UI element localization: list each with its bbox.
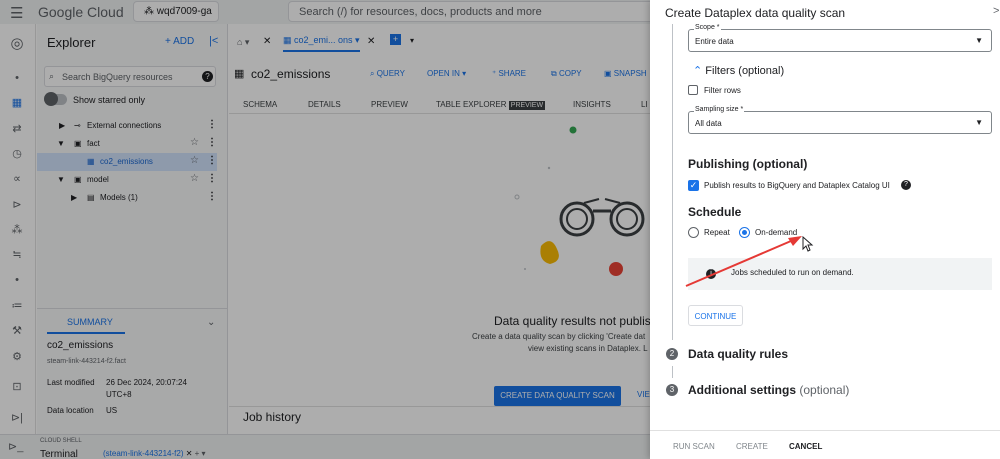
continue-button[interactable]: CONTINUE bbox=[688, 305, 743, 326]
create-scan-panel: Create Dataplex data quality scan > Scop… bbox=[650, 0, 1000, 459]
panel-title: Create Dataplex data quality scan bbox=[665, 6, 846, 20]
stepper-line-2 bbox=[672, 366, 673, 378]
filters-section-toggle[interactable]: ⌃ Filters (optional) bbox=[693, 64, 784, 77]
step-3-badge: 3 bbox=[666, 384, 678, 396]
step-2-title[interactable]: Data quality rules bbox=[688, 347, 788, 361]
create-button[interactable]: CREATE bbox=[736, 442, 768, 451]
scope-value: Entire data bbox=[695, 37, 734, 46]
scope-select[interactable]: Scope * Entire data ▼ bbox=[688, 24, 992, 52]
modal-scrim[interactable] bbox=[0, 0, 660, 459]
publish-results-label: Publish results to BigQuery and Dataplex… bbox=[704, 181, 890, 190]
filters-title: Filters (optional) bbox=[705, 65, 785, 77]
step-2-badge: 2 bbox=[666, 348, 678, 360]
step-3-label: Additional settings bbox=[688, 383, 796, 397]
panel-footer: RUN SCAN CREATE CANCEL bbox=[650, 430, 1000, 459]
chevron-up-icon: ⌃ bbox=[693, 65, 706, 77]
sampling-size-select[interactable]: Sampling size * All data ▼ bbox=[688, 106, 992, 134]
stepper-line bbox=[672, 24, 673, 340]
filter-rows-label: Filter rows bbox=[704, 86, 741, 95]
annotation-arrow bbox=[685, 236, 802, 287]
scope-label: Scope * bbox=[694, 24, 721, 31]
filter-rows-checkbox[interactable] bbox=[688, 85, 698, 95]
sampling-value: All data bbox=[695, 119, 722, 128]
sampling-label: Sampling size * bbox=[694, 106, 745, 113]
step-3-optional: (optional) bbox=[799, 383, 850, 397]
cancel-button[interactable]: CANCEL bbox=[789, 442, 822, 451]
dropdown-arrow-icon: ▼ bbox=[975, 36, 983, 45]
schedule-title: Schedule bbox=[688, 205, 742, 219]
run-scan-button[interactable]: RUN SCAN bbox=[673, 442, 715, 451]
dropdown-arrow-icon: ▼ bbox=[975, 118, 983, 127]
publishing-title: Publishing (optional) bbox=[688, 157, 808, 171]
step-3-title[interactable]: Additional settings (optional) bbox=[688, 383, 849, 397]
close-panel-icon[interactable]: > bbox=[993, 5, 999, 17]
help-icon[interactable]: ? bbox=[901, 180, 911, 190]
publish-results-checkbox[interactable]: ✓ bbox=[688, 180, 699, 191]
